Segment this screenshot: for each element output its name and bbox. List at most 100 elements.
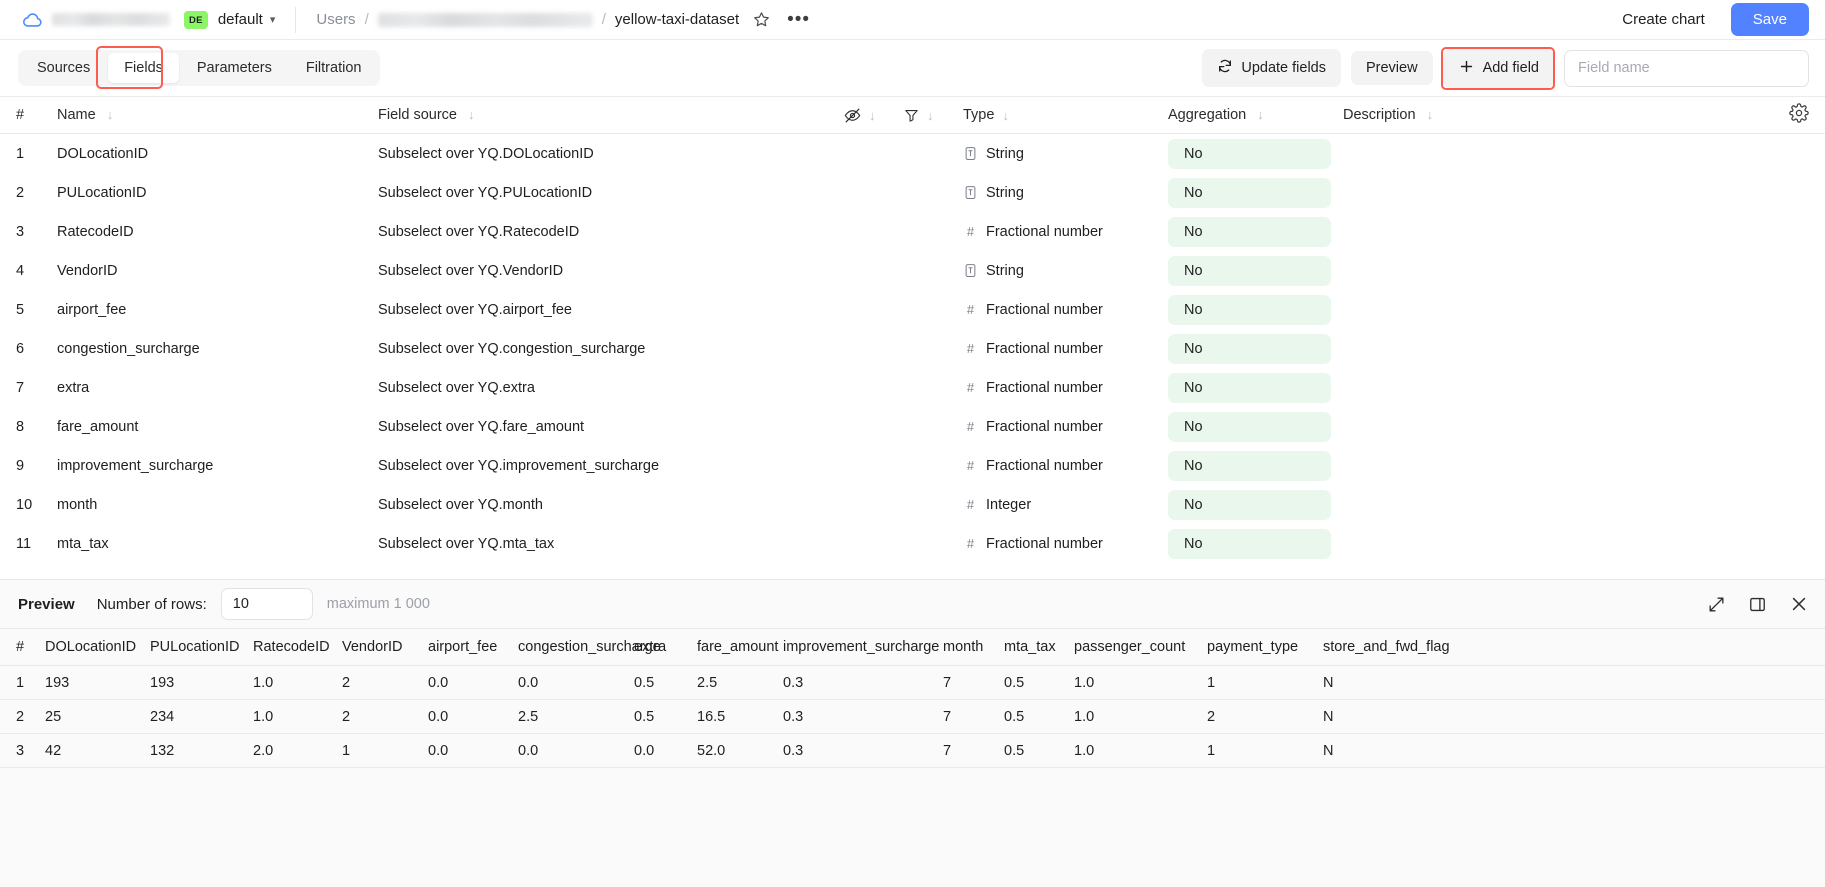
field-type[interactable]: #Fractional number — [963, 536, 1168, 552]
field-type[interactable]: #Fractional number — [963, 302, 1168, 318]
field-source[interactable]: Subselect over YQ.PULocationID — [378, 185, 843, 201]
field-row[interactable]: 7extraSubselect over YQ.extra#Fractional… — [0, 368, 1825, 407]
field-source[interactable]: Subselect over YQ.month — [378, 497, 843, 513]
field-source[interactable]: Subselect over YQ.improvement_surcharge — [378, 458, 843, 474]
gear-icon[interactable] — [1789, 103, 1809, 127]
field-row[interactable]: 10monthSubselect over YQ.month#IntegerNo — [0, 485, 1825, 524]
preview-cell: 0.3 — [783, 743, 943, 759]
field-source[interactable]: Subselect over YQ.RatecodeID — [378, 224, 843, 240]
field-aggregation[interactable]: No — [1168, 178, 1343, 208]
field-name[interactable]: congestion_surcharge — [48, 341, 378, 357]
field-source[interactable]: Subselect over YQ.DOLocationID — [378, 146, 843, 162]
field-type[interactable]: String — [963, 263, 1168, 279]
chevron-down-icon[interactable]: ▾ — [270, 13, 276, 26]
close-icon[interactable] — [1789, 594, 1809, 614]
field-source[interactable]: Subselect over YQ.extra — [378, 380, 843, 396]
sort-descending-icon[interactable]: ↓ — [1427, 107, 1434, 122]
field-source[interactable]: Subselect over YQ.congestion_surcharge — [378, 341, 843, 357]
tab-sources[interactable]: Sources — [21, 53, 106, 83]
column-header-name[interactable]: Name ↓ — [48, 107, 378, 123]
field-source[interactable]: Subselect over YQ.mta_tax — [378, 536, 843, 552]
field-row[interactable]: 6congestion_surchargeSubselect over YQ.c… — [0, 329, 1825, 368]
preview-button[interactable]: Preview — [1351, 51, 1433, 85]
add-field-button[interactable]: Add field — [1443, 49, 1554, 88]
column-header-filter[interactable]: ↓ — [903, 107, 963, 124]
field-row[interactable]: 11mta_taxSubselect over YQ.mta_tax#Fract… — [0, 524, 1825, 563]
field-name-input[interactable] — [1564, 50, 1809, 87]
save-button[interactable]: Save — [1731, 3, 1809, 36]
field-aggregation[interactable]: No — [1168, 256, 1343, 286]
breadcrumb-folder-redacted[interactable] — [378, 13, 593, 27]
ellipsis-icon[interactable]: ••• — [787, 15, 810, 25]
field-name[interactable]: mta_tax — [48, 536, 378, 552]
sort-descending-icon[interactable]: ↓ — [1257, 107, 1264, 122]
field-name[interactable]: DOLocationID — [48, 146, 378, 162]
field-row[interactable]: 3RatecodeIDSubselect over YQ.RatecodeID#… — [0, 212, 1825, 251]
sort-descending-icon[interactable]: ↓ — [869, 108, 876, 123]
column-header-field-source[interactable]: Field source ↓ — [378, 107, 843, 123]
field-type[interactable]: #Integer — [963, 497, 1168, 513]
field-aggregation[interactable]: No — [1168, 490, 1343, 520]
sort-descending-icon[interactable]: ↓ — [927, 108, 934, 123]
star-icon[interactable] — [752, 10, 771, 29]
column-header-aggregation[interactable]: Aggregation ↓ — [1168, 107, 1343, 123]
sort-descending-icon[interactable]: ↓ — [107, 107, 114, 122]
environment-name[interactable]: default — [218, 11, 263, 28]
sort-descending-icon[interactable]: ↓ — [1002, 108, 1009, 123]
tab-parameters[interactable]: Parameters — [181, 53, 288, 83]
field-type[interactable]: #Fractional number — [963, 341, 1168, 357]
field-type-label: Fractional number — [986, 380, 1103, 396]
preview-cell: 2.5 — [518, 709, 634, 725]
field-aggregation[interactable]: No — [1168, 529, 1343, 559]
field-row[interactable]: 5airport_feeSubselect over YQ.airport_fe… — [0, 290, 1825, 329]
expand-icon[interactable] — [1707, 595, 1726, 614]
tab-filtration[interactable]: Filtration — [290, 53, 378, 83]
field-name[interactable]: extra — [48, 380, 378, 396]
split-pane-icon[interactable] — [1748, 595, 1767, 614]
field-aggregation[interactable]: No — [1168, 373, 1343, 403]
field-row[interactable]: 8fare_amountSubselect over YQ.fare_amoun… — [0, 407, 1825, 446]
field-name[interactable]: RatecodeID — [48, 224, 378, 240]
field-aggregation[interactable]: No — [1168, 334, 1343, 364]
field-name[interactable]: PULocationID — [48, 185, 378, 201]
column-header-hidden[interactable]: ↓ — [843, 106, 903, 125]
field-row[interactable]: 2PULocationIDSubselect over YQ.PULocatio… — [0, 173, 1825, 212]
divider — [295, 7, 296, 33]
field-row[interactable]: 9improvement_surchargeSubselect over YQ.… — [0, 446, 1825, 485]
column-header-type[interactable]: Type ↓ — [963, 107, 1168, 123]
field-name[interactable]: month — [48, 497, 378, 513]
breadcrumb-root[interactable]: Users — [316, 11, 355, 28]
fields-toolbar: Update fields Preview Add field — [1202, 49, 1809, 88]
top-bar: DE default ▾ Users / / yellow-taxi-datas… — [0, 0, 1825, 40]
field-aggregation[interactable]: No — [1168, 139, 1343, 169]
field-type[interactable]: #Fractional number — [963, 224, 1168, 240]
field-type[interactable]: String — [963, 146, 1168, 162]
field-aggregation[interactable]: No — [1168, 412, 1343, 442]
field-aggregation[interactable]: No — [1168, 451, 1343, 481]
column-header-description[interactable]: Description ↓ — [1343, 107, 1825, 123]
field-source[interactable]: Subselect over YQ.fare_amount — [378, 419, 843, 435]
field-aggregation[interactable]: No — [1168, 295, 1343, 325]
number-of-rows-input[interactable] — [221, 588, 313, 620]
field-index: 5 — [0, 302, 48, 318]
field-row[interactable]: 4VendorIDSubselect over YQ.VendorIDStrin… — [0, 251, 1825, 290]
tab-fields[interactable]: Fields — [108, 53, 179, 83]
field-aggregation[interactable]: No — [1168, 217, 1343, 247]
field-source[interactable]: Subselect over YQ.VendorID — [378, 263, 843, 279]
field-type-label: Integer — [986, 497, 1031, 513]
text-type-icon — [963, 263, 978, 278]
field-name[interactable]: improvement_surcharge — [48, 458, 378, 474]
field-type[interactable]: #Fractional number — [963, 380, 1168, 396]
create-chart-button[interactable]: Create chart — [1610, 4, 1717, 35]
field-row[interactable]: 1DOLocationIDSubselect over YQ.DOLocatio… — [0, 134, 1825, 173]
field-type[interactable]: #Fractional number — [963, 419, 1168, 435]
field-name[interactable]: airport_fee — [48, 302, 378, 318]
field-source[interactable]: Subselect over YQ.airport_fee — [378, 302, 843, 318]
preview-row: 11931931.020.00.00.52.50.370.51.01N — [0, 666, 1825, 700]
field-name[interactable]: fare_amount — [48, 419, 378, 435]
update-fields-button[interactable]: Update fields — [1202, 49, 1341, 87]
field-type[interactable]: #Fractional number — [963, 458, 1168, 474]
field-name[interactable]: VendorID — [48, 263, 378, 279]
sort-descending-icon[interactable]: ↓ — [468, 107, 475, 122]
field-type[interactable]: String — [963, 185, 1168, 201]
